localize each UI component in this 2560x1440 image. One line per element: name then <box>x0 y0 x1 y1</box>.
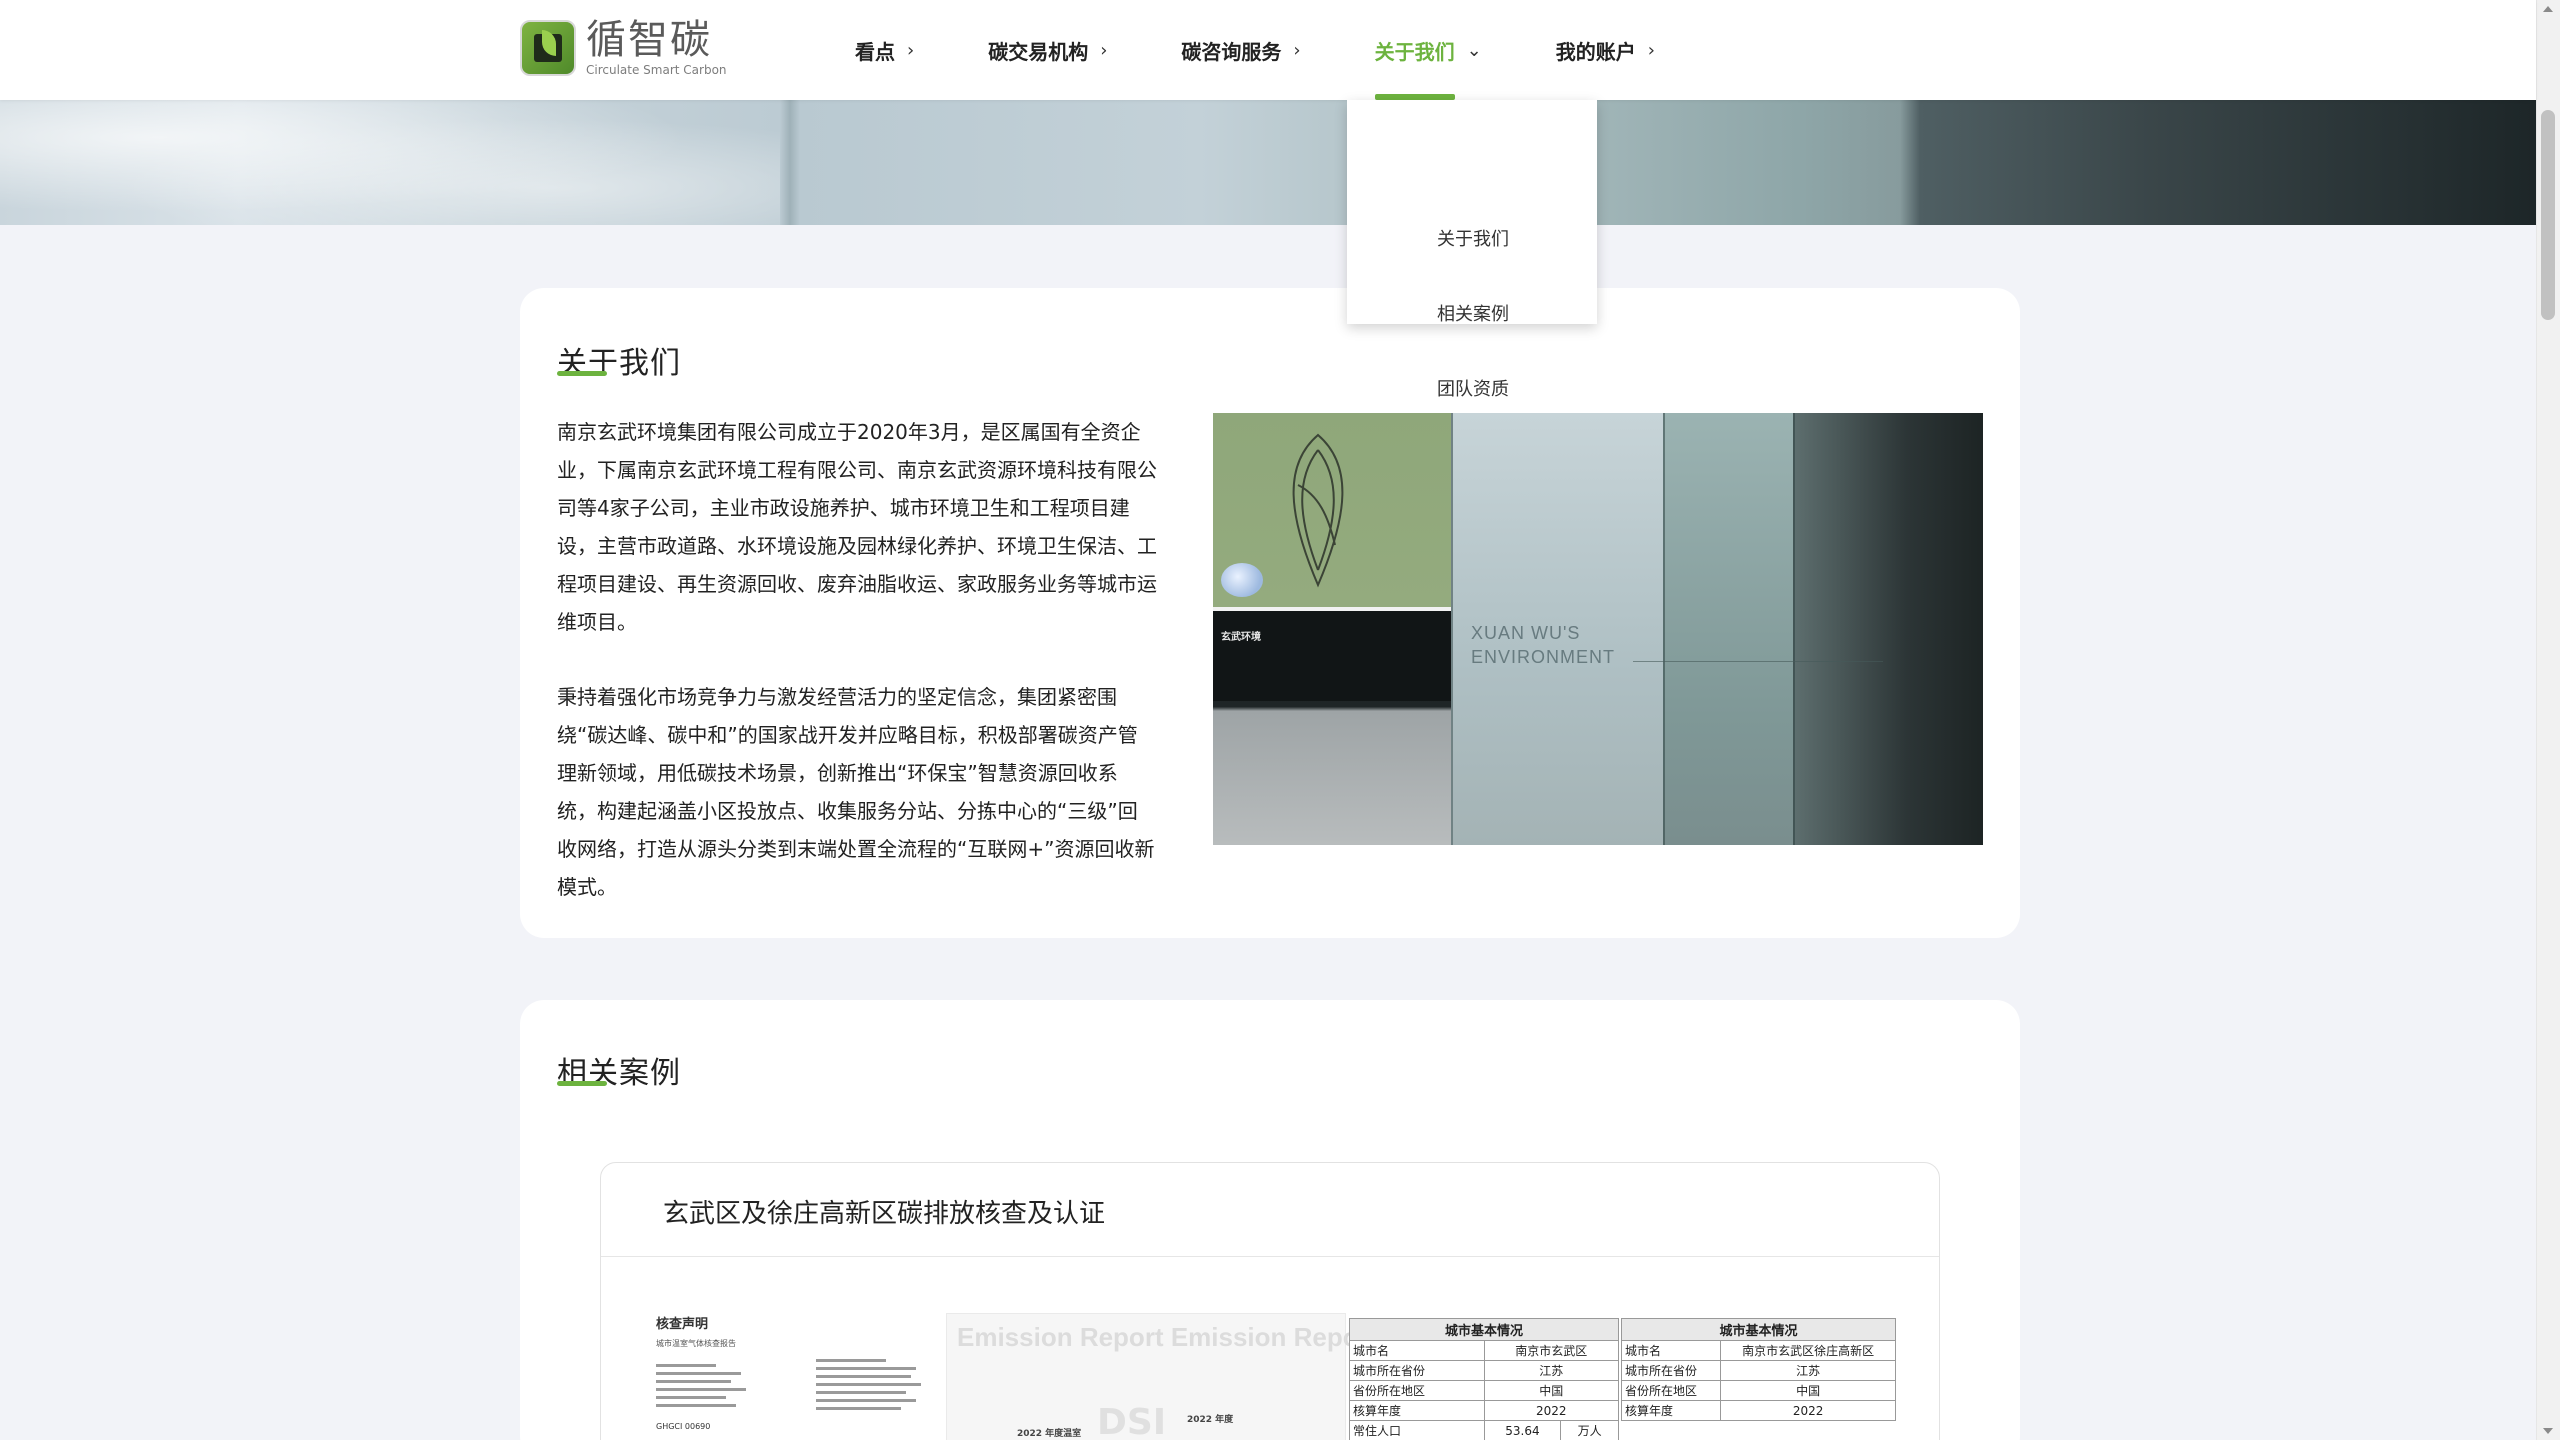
chevron-right-icon: › <box>907 39 915 61</box>
chevron-right-icon: › <box>1647 39 1655 61</box>
case-title[interactable]: 玄武区及徐庄高新区碳排放核查及认证 <box>663 1193 1105 1230</box>
hero-banner <box>0 100 2536 225</box>
nav-item-label: 关于我们 <box>1374 39 1455 64</box>
table-cell: 南京市玄武区 <box>1483 1340 1619 1361</box>
nav-item-label: 碳咨询服务 <box>1181 39 1282 64</box>
table-cell: 万人 <box>1560 1420 1619 1440</box>
table-cell: 城市所在省份 <box>1349 1360 1485 1381</box>
main-nav: 看点 › 碳交易机构 › 碳咨询服务 › 关于我们 ⌄ 我的账户 › <box>855 0 1729 100</box>
table-cell: 中国 <box>1720 1380 1896 1401</box>
table-cell: 2022 <box>1720 1400 1896 1421</box>
chevron-right-icon: › <box>1100 39 1108 61</box>
about-paragraph: 南京玄武环境集团有限公司成立于2020年3月，是区属国有全资企业，下属南京玄武环… <box>557 420 1157 634</box>
about-description: 南京玄武环境集团有限公司成立于2020年3月，是区属国有全资企业，下属南京玄武环… <box>557 413 1157 906</box>
case-card[interactable]: 玄武区及徐庄高新区碳排放核查及认证 核查声明 城市温室气体核查报告 GHGCI … <box>600 1162 1940 1440</box>
nav-item-carbon-consulting[interactable]: 碳咨询服务 › <box>1181 0 1300 100</box>
case-document-thumbnail: 核查声明 城市温室气体核查报告 GHGCI 00690 <box>656 1313 986 1440</box>
nav-item-kandian[interactable]: 看点 › <box>855 0 914 100</box>
table-cell: 常住人口 <box>1349 1420 1485 1440</box>
nav-item-label: 我的账户 <box>1555 39 1636 64</box>
emission-watermark: Emission Report Emission Report <box>957 1322 1378 1352</box>
site-header: 循智碳 Circulate Smart Carbon 看点 › 碳交易机构 › … <box>0 0 2536 100</box>
table-cell: 南京市玄武区徐庄高新区 <box>1720 1340 1896 1361</box>
logo-tagline: Circulate Smart Carbon <box>586 63 727 77</box>
cases-section: 相关案例 玄武区及徐庄高新区碳排放核查及认证 核查声明 城市温室气体核查报告 G… <box>520 1000 2020 1440</box>
table-cell: 2022 <box>1483 1400 1619 1421</box>
table-cell: 核算年度 <box>1349 1400 1485 1421</box>
doc-heading: 核查声明 <box>656 1317 709 1332</box>
table-cell: 省份所在地区 <box>1620 1380 1722 1401</box>
counter-sign: 玄武环境 <box>1221 632 1261 643</box>
table-cell: 核算年度 <box>1620 1400 1722 1421</box>
city-info-table: 城市基本情况 城市名 南京市玄武区 城市所在省份 江苏 省份所在地区 中国 核算年度 2… <box>1349 1318 1619 1440</box>
table-cell: 城市名 <box>1349 1340 1485 1361</box>
banner-sky-image <box>0 100 780 225</box>
table-cell: 城市名 <box>1620 1340 1722 1361</box>
doc-code: GHGCI 00690 <box>656 1422 711 1431</box>
flower-vase-image <box>1221 563 1263 597</box>
nav-item-my-account[interactable]: 我的账户 › <box>1556 0 1655 100</box>
table-cell: 省份所在地区 <box>1349 1380 1485 1401</box>
site-logo[interactable]: 循智碳 Circulate Smart Carbon <box>520 18 727 78</box>
office-photo: 玄武环境 XUAN WU'S ENVIRONMENT <box>1213 413 1983 845</box>
table-cell: 城市所在省份 <box>1620 1360 1722 1381</box>
city-info-table: 城市基本情况 城市名 南京市玄武区徐庄高新区 城市所在省份 江苏 省份所在地区 中国 … <box>1620 1318 1896 1440</box>
dropdown-item-team[interactable]: 团队资质 <box>1437 375 1509 401</box>
table-header: 城市基本情况 <box>1349 1318 1619 1341</box>
dropdown-item-about-us[interactable]: 关于我们 <box>1437 225 1509 251</box>
title-accent-bar <box>557 371 607 376</box>
scroll-down-arrow-icon[interactable] <box>2543 1428 2553 1434</box>
swirl-logo-icon <box>1292 433 1344 588</box>
about-paragraph: 秉持着强化市场竞争力与激发经营活力的坚定信念，集团紧密围绕“碳达峰、碳中和”的国… <box>557 685 1155 899</box>
emission-report-thumbnail: Emission Report Emission Report 2022 年度 … <box>946 1313 1377 1440</box>
table-header: 城市基本情况 <box>1621 1318 1896 1341</box>
dropdown-item-cases[interactable]: 相关案例 <box>1437 300 1509 326</box>
logo-icon <box>520 20 576 76</box>
report-year: 2022 年度 <box>1187 1415 1234 1425</box>
table-cell: 江苏 <box>1720 1360 1896 1381</box>
nav-item-label: 碳交易机构 <box>988 39 1089 64</box>
nav-item-label: 看点 <box>855 39 895 64</box>
scrollbar-thumb[interactable] <box>2541 110 2555 320</box>
nav-item-carbon-trading[interactable]: 碳交易机构 › <box>988 0 1107 100</box>
dsi-logo: DSI <box>1097 1402 1167 1440</box>
table-cell: 中国 <box>1483 1380 1619 1401</box>
scroll-up-arrow-icon[interactable] <box>2543 6 2553 12</box>
divider <box>601 1256 1939 1257</box>
report-label: 2022 年度温室 <box>1017 1429 1082 1439</box>
about-section: 关于我们 南京玄武环境集团有限公司成立于2020年3月，是区属国有全资企业，下属… <box>520 288 2020 938</box>
logo-title: 循智碳 <box>586 17 712 63</box>
title-accent-bar <box>557 1081 607 1086</box>
table-cell: 江苏 <box>1483 1360 1619 1381</box>
table-cell: 53.64 <box>1483 1420 1562 1440</box>
chevron-right-icon: › <box>1293 39 1301 61</box>
about-dropdown-menu: 关于我们 相关案例 团队资质 <box>1347 100 1597 400</box>
nav-item-about-us[interactable]: 关于我们 ⌄ <box>1374 0 1482 100</box>
chevron-down-icon: ⌄ <box>1466 39 1482 61</box>
photo-caption: XUAN WU'S ENVIRONMENT <box>1471 623 1616 667</box>
doc-subheading: 城市温室气体核查报告 <box>656 1339 736 1348</box>
page-scrollbar[interactable] <box>2536 0 2560 1440</box>
